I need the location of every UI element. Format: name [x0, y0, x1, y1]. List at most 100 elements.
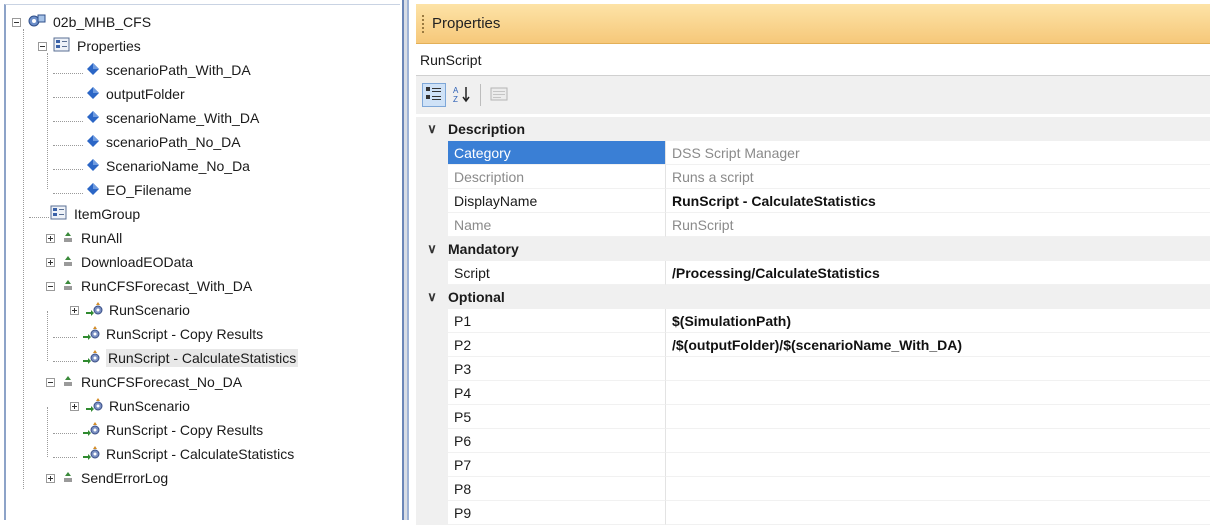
task-icon	[61, 470, 75, 487]
property-value[interactable]	[666, 357, 1210, 381]
tree-root[interactable]: 02b_MHB_CFS	[6, 11, 151, 33]
script-run-icon	[85, 397, 103, 416]
category-description[interactable]: ∨ Description	[416, 117, 1210, 141]
tree-runscenario[interactable]: RunScenario	[6, 395, 190, 417]
property-diamond-icon	[86, 158, 100, 175]
tree-forecast-with-da[interactable]: RunCFSForecast_With_DA	[6, 275, 252, 297]
tree-runscript-calc-selected[interactable]: RunScript - CalculateStatistics	[82, 347, 299, 369]
property-name: Category	[448, 141, 666, 165]
tree-runscript-copy[interactable]: RunScript - Copy Results	[82, 419, 263, 441]
chevron-down-icon[interactable]: ∨	[416, 289, 448, 305]
tree-runscript-copy[interactable]: RunScript - Copy Results	[82, 323, 263, 345]
property-row-p5[interactable]: P5	[416, 405, 1210, 429]
category-optional[interactable]: ∨ Optional	[416, 285, 1210, 309]
properties-title: Properties	[432, 15, 501, 32]
properties-titlebar[interactable]: Properties	[416, 4, 1210, 44]
root-label: 02b_MHB_CFS	[53, 14, 152, 30]
svg-text:Z: Z	[453, 95, 458, 103]
property-diamond-icon	[86, 182, 100, 199]
task-icon	[61, 230, 75, 247]
tree-forecast-no-da[interactable]: RunCFSForecast_No_DA	[6, 371, 242, 393]
property-row-p8[interactable]: P8	[416, 477, 1210, 501]
property-row-displayname[interactable]: DisplayName RunScript - CalculateStatist…	[416, 189, 1210, 213]
property-value[interactable]	[666, 477, 1210, 501]
property-row-p9[interactable]: P9	[416, 501, 1210, 525]
property-name: P9	[448, 501, 666, 525]
property-diamond-icon	[86, 86, 100, 103]
property-value[interactable]	[666, 405, 1210, 429]
tree-runscript-calc[interactable]: RunScript - CalculateStatistics	[82, 443, 294, 465]
tree-property-item[interactable]: scenarioPath_With_DA	[86, 59, 251, 81]
tree-itemgroup[interactable]: ItemGroup	[50, 203, 140, 225]
tree-download[interactable]: DownloadEOData	[6, 251, 193, 273]
property-row-p3[interactable]: P3	[416, 357, 1210, 381]
expand-icon[interactable]	[46, 473, 55, 483]
categorized-view-button[interactable]	[422, 83, 446, 107]
expand-icon[interactable]	[46, 233, 55, 243]
property-value[interactable]: $(SimulationPath)	[666, 309, 1210, 333]
categorized-view-icon	[425, 86, 443, 105]
chevron-down-icon[interactable]: ∨	[416, 241, 448, 257]
collapse-icon[interactable]	[12, 17, 21, 27]
property-value[interactable]: /Processing/CalculateStatistics	[666, 261, 1210, 285]
collapse-icon[interactable]	[46, 281, 55, 291]
property-row-p7[interactable]: P7	[416, 453, 1210, 477]
tree-property-item[interactable]: outputFolder	[86, 83, 185, 105]
tree-property-item[interactable]: scenarioName_With_DA	[86, 107, 259, 129]
collapse-icon[interactable]	[46, 377, 55, 387]
expand-icon[interactable]	[70, 401, 79, 411]
property-row-p6[interactable]: P6	[416, 429, 1210, 453]
property-row-p4[interactable]: P4	[416, 381, 1210, 405]
property-value[interactable]	[666, 501, 1210, 525]
property-row-category[interactable]: Category DSS Script Manager	[416, 141, 1210, 165]
expand-icon[interactable]	[46, 257, 55, 267]
tree-property-item[interactable]: ScenarioName_No_Da	[86, 155, 250, 177]
property-value[interactable]: RunScript - CalculateStatistics	[666, 189, 1210, 213]
svg-text:A: A	[453, 86, 459, 95]
property-value[interactable]: /$(outputFolder)/$(scenarioName_With_DA)	[666, 333, 1210, 357]
tree-property-item[interactable]: EO_Filename	[86, 179, 192, 201]
script-run-icon	[82, 445, 100, 464]
property-value[interactable]	[666, 429, 1210, 453]
pane-splitter[interactable]	[402, 0, 409, 520]
property-row-p2[interactable]: P2 /$(outputFolder)/$(scenarioName_With_…	[416, 333, 1210, 357]
tree-runscenario[interactable]: RunScenario	[6, 299, 190, 321]
property-name: Script	[448, 261, 666, 285]
property-diamond-icon	[86, 110, 100, 127]
drag-grip-icon[interactable]	[422, 14, 426, 33]
property-value: RunScript	[666, 213, 1210, 237]
property-pages-button[interactable]	[487, 83, 511, 107]
property-value: DSS Script Manager	[666, 141, 1210, 165]
property-row-p1[interactable]: P1 $(SimulationPath)	[416, 309, 1210, 333]
properties-folder-label: Properties	[77, 38, 141, 54]
property-row-script[interactable]: Script /Processing/CalculateStatistics	[416, 261, 1210, 285]
chevron-down-icon[interactable]: ∨	[416, 121, 448, 137]
properties-panel: Properties RunScript AZ ∨ Description Ca…	[416, 4, 1210, 525]
property-value[interactable]	[666, 453, 1210, 477]
tree-property-item[interactable]: scenarioPath_No_DA	[86, 131, 241, 153]
alphabetical-sort-button[interactable]: AZ	[450, 83, 474, 107]
tree-properties-folder[interactable]: Properties	[32, 35, 141, 57]
property-name: DisplayName	[448, 189, 666, 213]
task-icon	[61, 254, 75, 271]
category-mandatory[interactable]: ∨ Mandatory	[416, 237, 1210, 261]
property-value[interactable]	[666, 381, 1210, 405]
collapse-icon[interactable]	[38, 41, 47, 51]
tree-senderrorlog[interactable]: SendErrorLog	[6, 467, 168, 489]
property-name: P8	[448, 477, 666, 501]
property-row-description[interactable]: Description Runs a script	[416, 165, 1210, 189]
property-value: Runs a script	[666, 165, 1210, 189]
property-name: P3	[448, 357, 666, 381]
property-name: P5	[448, 405, 666, 429]
solution-tree[interactable]: 02b_MHB_CFS Properties scenarioPath_With…	[4, 4, 400, 520]
properties-toolbar: AZ	[416, 76, 1210, 114]
property-row-name[interactable]: Name RunScript	[416, 213, 1210, 237]
toolbar-separator	[480, 84, 481, 106]
property-name: P1	[448, 309, 666, 333]
expand-icon[interactable]	[70, 305, 79, 315]
object-selector[interactable]: RunScript	[416, 44, 1210, 76]
property-pages-icon	[490, 86, 508, 105]
property-name: Name	[448, 213, 666, 237]
tree-runall[interactable]: RunAll	[6, 227, 122, 249]
script-run-icon	[82, 325, 100, 344]
